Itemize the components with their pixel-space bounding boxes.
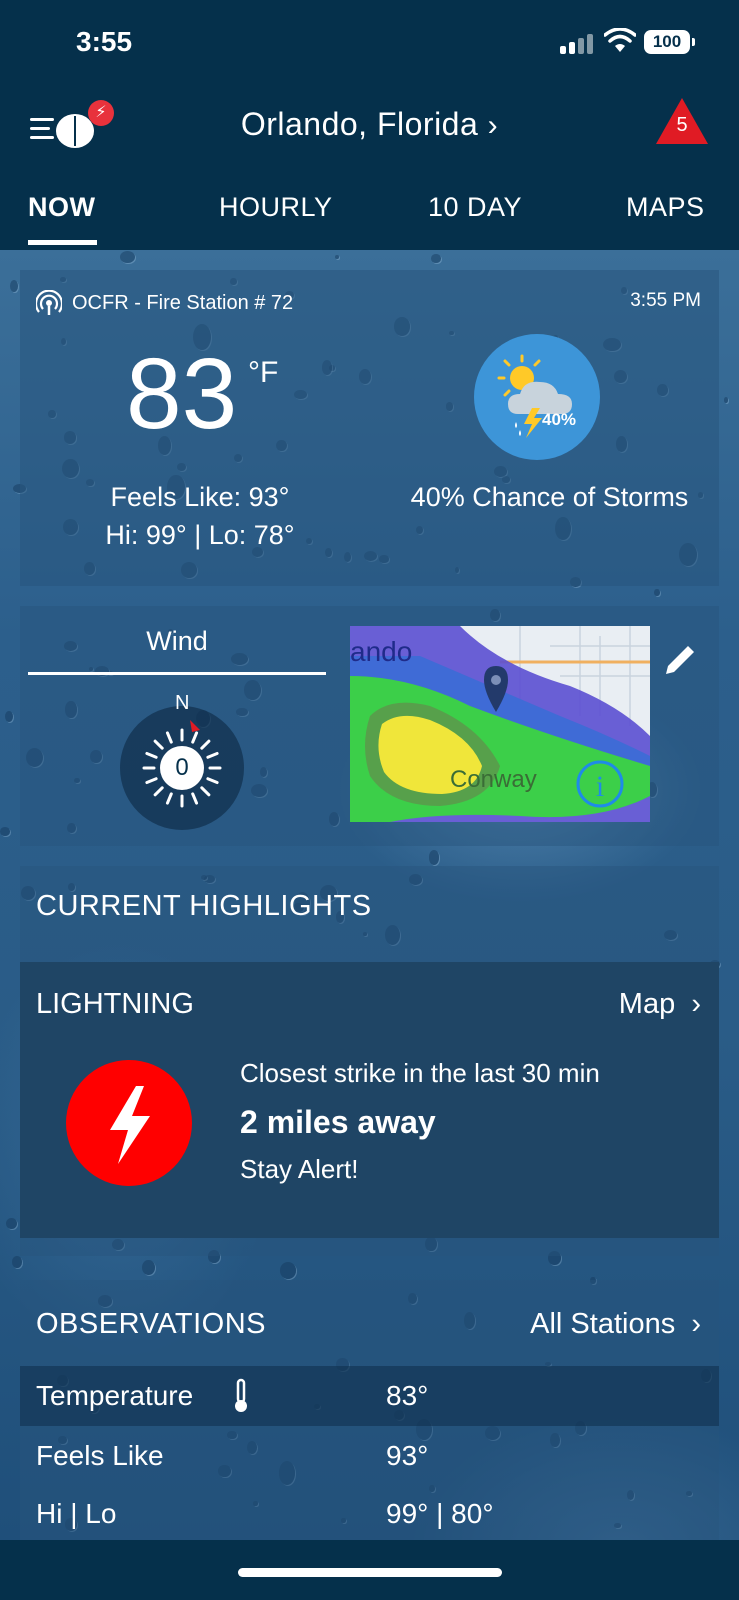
raindrop bbox=[279, 1262, 297, 1279]
chevron-right-icon: › bbox=[487, 109, 499, 142]
observation-label: Temperature bbox=[36, 1380, 194, 1411]
all-stations-link[interactable]: All Stations › bbox=[530, 1308, 701, 1341]
observation-value: 83° bbox=[386, 1380, 429, 1411]
wind-speed: 0 bbox=[175, 754, 189, 781]
home-bar-area bbox=[0, 1540, 739, 1600]
alert-count: 5 bbox=[676, 114, 688, 136]
observation-row: Hi | Lo 99° | 80° bbox=[20, 1484, 719, 1544]
battery-icon: 100 bbox=[644, 30, 695, 54]
current-conditions-card[interactable]: OCFR - Fire Station # 72 3:55 PM 83 °F F… bbox=[20, 270, 719, 586]
station-name: OCFR - Fire Station # 72 bbox=[72, 291, 294, 314]
storm-chance: 40% Chance of Storms bbox=[410, 482, 689, 512]
raindrop bbox=[6, 1218, 17, 1230]
storm-condition-icon: 40% bbox=[474, 334, 600, 460]
raindrop bbox=[0, 826, 10, 836]
raindrop bbox=[431, 254, 441, 264]
raindrop bbox=[428, 850, 440, 865]
wind-compass[interactable]: 0 bbox=[120, 706, 244, 830]
thermometer-icon bbox=[235, 1378, 247, 1412]
lightning-advice: Stay Alert! bbox=[240, 1154, 359, 1184]
tab-hourly[interactable]: HOURLY bbox=[219, 192, 333, 223]
raindrop bbox=[5, 710, 13, 722]
station-label: OCFR - Fire Station # 72 bbox=[36, 290, 293, 316]
observation-label: Hi | Lo bbox=[36, 1498, 117, 1529]
all-stations-label: All Stations bbox=[530, 1308, 676, 1340]
observation-time: 3:55 PM bbox=[630, 290, 701, 311]
current-temperature: 83 bbox=[126, 338, 238, 450]
raindrop bbox=[334, 254, 339, 260]
lightning-description: Closest strike in the last 30 min bbox=[240, 1058, 600, 1088]
wifi-icon bbox=[604, 28, 636, 52]
map-city-label-top: ando bbox=[350, 636, 413, 667]
lightning-title: LIGHTNING bbox=[36, 988, 194, 1020]
raindrop bbox=[141, 1259, 155, 1276]
wind-tab-indicator bbox=[28, 672, 326, 675]
observation-value: 93° bbox=[386, 1440, 429, 1471]
observations-title: OBSERVATIONS bbox=[36, 1308, 266, 1340]
observation-label: Feels Like bbox=[36, 1440, 164, 1471]
cellular-signal-icon bbox=[560, 32, 596, 54]
edit-pencil-icon[interactable] bbox=[660, 640, 700, 680]
tab-now[interactable]: NOW bbox=[28, 192, 95, 223]
tab-maps[interactable]: MAPS bbox=[626, 192, 705, 223]
status-time: 3:55 bbox=[76, 26, 133, 57]
location-name: Orlando, Florida bbox=[240, 106, 479, 142]
lightning-map-link[interactable]: Map › bbox=[619, 988, 701, 1021]
lightning-panel[interactable]: LIGHTNING Map › Closest strike in the la… bbox=[20, 962, 719, 1238]
status-bar: 3:55 100 bbox=[0, 0, 739, 86]
info-icon: i bbox=[596, 770, 604, 803]
current-highlights-card: CURRENT HIGHLIGHTS LIGHTNING Map › Close… bbox=[20, 866, 719, 1256]
compass-north-label: N bbox=[175, 692, 190, 714]
highlights-title: CURRENT HIGHLIGHTS bbox=[36, 890, 372, 922]
radar-map-thumbnail[interactable]: i ando Conway bbox=[350, 626, 650, 822]
lightning-bolt-icon bbox=[66, 1060, 192, 1186]
raindrop bbox=[723, 396, 729, 403]
storm-percent: 40% bbox=[542, 410, 577, 429]
lightning-distance: 2 miles away bbox=[240, 1104, 436, 1140]
wind-tab[interactable]: Wind bbox=[28, 626, 326, 657]
observation-row: Temperature 83° bbox=[20, 1366, 719, 1426]
alerts-button[interactable]: 5 bbox=[656, 98, 708, 146]
chevron-right-icon: › bbox=[683, 988, 701, 1020]
raindrop bbox=[654, 588, 660, 597]
feels-like: Feels Like: 93° bbox=[110, 482, 290, 512]
raindrop bbox=[10, 279, 19, 293]
map-link-label: Map bbox=[618, 988, 676, 1020]
location-selector[interactable]: Orlando, Florida › bbox=[0, 106, 739, 143]
wind-map-card: Wind 0 N i ando Conway bbox=[20, 606, 719, 846]
broadcast-icon bbox=[36, 290, 62, 315]
active-tab-indicator bbox=[28, 240, 97, 245]
hi-lo: Hi: 99° | Lo: 78° bbox=[105, 520, 295, 550]
main-tabs: NOW HOURLY 10 DAY MAPS bbox=[0, 168, 739, 250]
app-header: ⚡ Orlando, Florida › 5 bbox=[0, 86, 739, 168]
tab-10-day[interactable]: 10 DAY bbox=[428, 192, 522, 223]
observation-value: 99° | 80° bbox=[386, 1498, 494, 1529]
raindrop bbox=[12, 1256, 23, 1268]
home-indicator[interactable] bbox=[238, 1568, 502, 1577]
observations-card: OBSERVATIONS All Stations › Temperature … bbox=[20, 1280, 719, 1540]
raindrop bbox=[120, 251, 136, 264]
map-city-label: Conway bbox=[450, 766, 537, 793]
chevron-right-icon: › bbox=[683, 1308, 701, 1340]
observation-row: Feels Like 93° bbox=[20, 1426, 719, 1486]
temperature-unit: °F bbox=[248, 356, 279, 389]
